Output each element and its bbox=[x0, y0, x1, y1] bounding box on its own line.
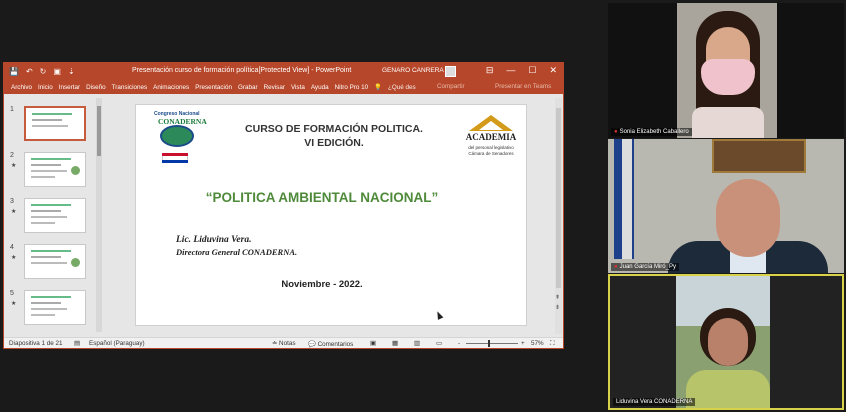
slide-title-line1: CURSO DE FORMACIÓN POLITICA. bbox=[245, 123, 423, 135]
thumbnail-number: 5 bbox=[10, 290, 14, 297]
tab-transiciones[interactable]: Transiciones bbox=[109, 84, 150, 91]
thumbnail-1[interactable]: 1 bbox=[8, 106, 92, 144]
mouse-cursor-icon bbox=[434, 310, 444, 320]
animation-star-icon: ★ bbox=[11, 209, 17, 215]
notes-button[interactable]: ≐ Notas bbox=[272, 340, 295, 347]
zoom-slider-knob[interactable] bbox=[488, 340, 490, 347]
conaderna-logo: Congreso Nacional CONADERNA bbox=[148, 111, 207, 165]
thumbnail-number: 1 bbox=[10, 106, 14, 113]
share-button[interactable]: Compartir bbox=[437, 83, 465, 90]
animation-star-icon: ★ bbox=[11, 255, 17, 261]
window-controls: ⊟ — ☐ ✕ bbox=[486, 65, 557, 76]
tab-ayuda[interactable]: Ayuda bbox=[308, 84, 332, 91]
thumbnail-image[interactable] bbox=[24, 198, 86, 233]
meeting-screen: 💾 ↶ ↻ ▣ ⇣ Presentación curso de formació… bbox=[0, 0, 846, 412]
thumbnail-image[interactable] bbox=[24, 244, 86, 279]
thumbnail-3[interactable]: 3 ★ bbox=[8, 198, 92, 236]
thumbnail-5[interactable]: 5 ★ bbox=[8, 290, 92, 328]
lightbulb-icon[interactable]: 💡 bbox=[371, 83, 385, 91]
slide-sorter-icon[interactable]: ▦ bbox=[392, 340, 398, 347]
zoom-level[interactable]: 57% bbox=[531, 340, 544, 347]
normal-view-icon[interactable]: ▣ bbox=[370, 340, 376, 347]
slide-role: Directora General CONADERNA. bbox=[176, 247, 298, 257]
powerpoint-window: 💾 ↶ ↻ ▣ ⇣ Presentación curso de formació… bbox=[3, 62, 564, 349]
animation-star-icon: ★ bbox=[11, 301, 17, 307]
slide-counter: Diapositiva 1 de 21 bbox=[9, 340, 63, 347]
participant-tile-1[interactable]: ● Sonia Elizabeth Caballero bbox=[608, 3, 844, 138]
quick-access-toolbar: 💾 ↶ ↻ ▣ ⇣ bbox=[4, 67, 75, 76]
maximize-icon[interactable]: ☐ bbox=[528, 65, 536, 76]
spell-check-icon[interactable]: ▤ bbox=[74, 340, 80, 347]
avatar[interactable] bbox=[445, 66, 456, 77]
workspace: 1 2 ★ 3 ★ 4 ★ 5 ★ Congreso Nacional CONA… bbox=[4, 94, 563, 337]
slide-title-line2: VI EDICIÓN. bbox=[304, 137, 364, 149]
title-bar: 💾 ↶ ↻ ▣ ⇣ Presentación curso de formació… bbox=[4, 63, 563, 80]
participant-name-label: Liduvina Vera CONADERNA bbox=[613, 398, 696, 406]
tab-nitro[interactable]: Nitro Pro 10 bbox=[332, 84, 372, 91]
ribbon-tabs: Archivo Inicio Insertar Diseño Transicio… bbox=[4, 80, 563, 94]
comments-button[interactable]: 💬 Comentarios bbox=[308, 340, 353, 348]
current-slide[interactable]: Congreso Nacional CONADERNA CURSO DE FOR… bbox=[135, 104, 527, 326]
thumbnail-number: 4 bbox=[10, 244, 14, 251]
tab-archivo[interactable]: Archivo bbox=[8, 84, 35, 91]
tab-presentacion[interactable]: Presentación bbox=[192, 84, 235, 91]
mic-muted-icon: ● bbox=[614, 129, 618, 135]
minimize-icon[interactable]: — bbox=[506, 65, 515, 76]
thumbnail-image[interactable] bbox=[24, 152, 86, 187]
slide-main-title: “POLITICA AMBIENTAL NACIONAL” bbox=[205, 190, 439, 205]
redo-icon[interactable]: ↻ bbox=[40, 67, 47, 76]
emblem-icon bbox=[160, 125, 194, 147]
slideshow-icon[interactable]: ▭ bbox=[436, 340, 442, 347]
thumbnail-image[interactable] bbox=[24, 290, 86, 325]
academia-logo: ACADEMIA del personal legislativo Cámara… bbox=[459, 115, 523, 163]
participant-tile-2[interactable]: ● Juan García Miró_Py bbox=[608, 139, 844, 273]
prev-slide-icon[interactable]: ⇞ bbox=[555, 294, 560, 301]
mic-muted-icon: ● bbox=[614, 264, 618, 270]
tab-vista[interactable]: Vista bbox=[288, 84, 308, 91]
status-bar: Diapositiva 1 de 21 ▤ Español (Paraguay)… bbox=[4, 337, 563, 348]
next-slide-icon[interactable]: ⇟ bbox=[555, 304, 560, 311]
participant-tile-active-speaker[interactable]: Liduvina Vera CONADERNA bbox=[608, 274, 844, 410]
tell-me-input[interactable]: ¿Qué des bbox=[385, 84, 419, 91]
tab-insertar[interactable]: Insertar bbox=[56, 84, 83, 91]
close-icon[interactable]: ✕ bbox=[549, 65, 557, 76]
tab-animaciones[interactable]: Animaciones bbox=[150, 84, 192, 91]
language-status[interactable]: Español (Paraguay) bbox=[89, 340, 145, 347]
fit-slide-icon[interactable]: ⛶ bbox=[550, 340, 554, 348]
save-icon[interactable]: 💾 bbox=[9, 67, 19, 76]
reading-view-icon[interactable]: ▥ bbox=[414, 340, 420, 347]
zoom-out-button[interactable]: - bbox=[458, 340, 460, 347]
undo-icon[interactable]: ↶ bbox=[26, 67, 33, 76]
slide-author: Lic. Liduvina Vera. bbox=[176, 235, 252, 245]
tab-revisar[interactable]: Revisar bbox=[261, 84, 288, 91]
thumbnail-scrollbar[interactable] bbox=[96, 98, 102, 332]
animation-star-icon: ★ bbox=[11, 163, 17, 169]
thumbnail-number: 2 bbox=[10, 152, 14, 159]
slide-canvas: Congreso Nacional CONADERNA CURSO DE FOR… bbox=[104, 94, 554, 337]
present-teams-button[interactable]: Presentar en Teams bbox=[495, 83, 551, 90]
tab-diseno[interactable]: Diseño bbox=[83, 84, 109, 91]
ribbon-display-icon[interactable]: ⊟ bbox=[486, 65, 494, 76]
present-icon[interactable]: ▣ bbox=[53, 67, 61, 76]
participant-name-label: ● Juan García Miró_Py bbox=[611, 263, 679, 271]
participant-name-label: ● Sonia Elizabeth Caballero bbox=[611, 128, 692, 136]
slide-scrollbar[interactable]: ⇞ ⇟ bbox=[555, 98, 562, 334]
thumbnail-image[interactable] bbox=[24, 106, 86, 141]
zoom-in-button[interactable]: + bbox=[521, 340, 525, 347]
tab-grabar[interactable]: Grabar bbox=[235, 84, 261, 91]
tab-inicio[interactable]: Inicio bbox=[35, 84, 56, 91]
window-title: Presentación curso de formación política… bbox=[132, 67, 352, 74]
thumbnail-2[interactable]: 2 ★ bbox=[8, 152, 92, 190]
slide-thumbnails-pane: 1 2 ★ 3 ★ 4 ★ 5 ★ bbox=[4, 94, 102, 337]
user-name[interactable]: GENARO CANRERA bbox=[382, 67, 444, 74]
customize-icon[interactable]: ⇣ bbox=[68, 67, 75, 76]
zoom-slider[interactable] bbox=[466, 343, 518, 344]
thumbnail-4[interactable]: 4 ★ bbox=[8, 244, 92, 282]
paraguay-flag-icon bbox=[162, 153, 188, 163]
thumbnail-number: 3 bbox=[10, 198, 14, 205]
slide-date: Noviembre - 2022. bbox=[281, 279, 363, 290]
